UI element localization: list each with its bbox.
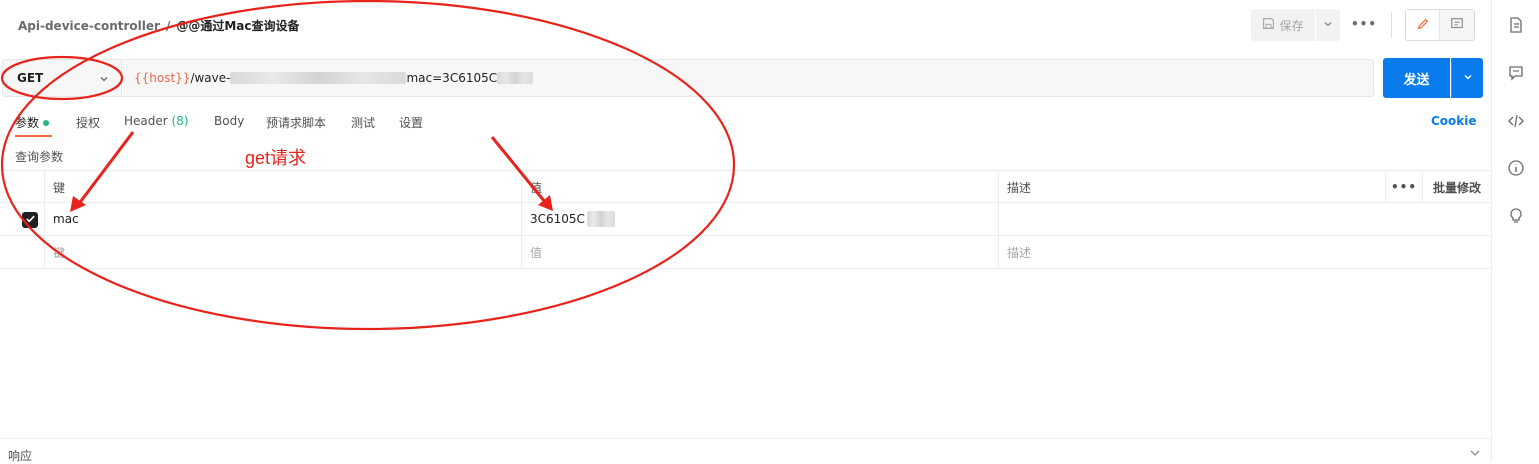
save-button[interactable]: 保存: [1251, 9, 1315, 41]
request-title[interactable]: @@通过Mac查询设备: [176, 19, 299, 33]
url-path-prefix: /wave-: [190, 71, 231, 85]
breadcrumb-collection[interactable]: Api-device-controller: [18, 19, 160, 33]
table-row: mac 3C6105C: [0, 203, 1491, 236]
column-header-key: 键: [44, 171, 521, 203]
tab-label: 设置: [399, 116, 424, 130]
new-description-input[interactable]: 描述: [998, 236, 1385, 268]
annotation-label: get请求: [245, 148, 307, 168]
active-dot-icon: [43, 119, 50, 126]
tab-label: 参数: [15, 116, 40, 130]
send-button[interactable]: 发送: [1383, 58, 1450, 98]
tab-label: 预请求脚本: [266, 116, 327, 130]
info-icon[interactable]: [1507, 159, 1525, 177]
param-value-value: 3C6105C: [530, 212, 585, 226]
tab-pre-request-script[interactable]: 预请求脚本: [266, 114, 326, 131]
chevron-down-icon[interactable]: [1469, 447, 1481, 461]
lightbulb-icon[interactable]: [1507, 207, 1525, 225]
param-description-input[interactable]: [998, 203, 1385, 235]
tab-params[interactable]: 参数: [15, 114, 50, 131]
column-options-button[interactable]: •••: [1385, 171, 1422, 203]
tab-label: Body: [214, 114, 245, 128]
save-options-button[interactable]: [1316, 9, 1340, 41]
breadcrumb-separator: /: [165, 19, 171, 33]
tab-label: Header: [124, 114, 168, 128]
doc-mode-button[interactable]: [1440, 10, 1474, 40]
annotation-ellipse-request: [1, 0, 735, 331]
checkmark-icon: [25, 213, 36, 227]
row-enabled-checkbox[interactable]: [22, 212, 38, 228]
code-icon[interactable]: [1507, 112, 1525, 130]
tab-header[interactable]: Header (8): [124, 114, 189, 128]
right-sidebar: [1491, 0, 1539, 461]
new-key-input[interactable]: 键: [44, 236, 521, 268]
tab-auth[interactable]: 授权: [76, 114, 100, 131]
method-label: GET: [17, 71, 44, 85]
url-query: mac=3C6105C: [406, 71, 498, 85]
pencil-icon: [1416, 17, 1430, 34]
save-label: 保存: [1279, 18, 1304, 33]
active-tab-indicator: [15, 135, 52, 137]
view-mode-toggle: [1405, 9, 1475, 41]
tab-body[interactable]: Body: [214, 114, 244, 128]
param-value-input[interactable]: 3C6105C: [521, 203, 998, 235]
cookie-link[interactable]: Cookie: [1431, 114, 1477, 128]
edit-mode-button[interactable]: [1406, 10, 1440, 40]
chevron-down-icon: [1323, 18, 1333, 32]
redacted-url-segment: [230, 72, 407, 84]
response-label: 响应: [8, 449, 33, 463]
param-key-value: mac: [53, 212, 79, 226]
header-divider: [1391, 12, 1392, 38]
column-header-description: 描述: [998, 171, 1385, 203]
param-key-input[interactable]: mac: [44, 203, 521, 235]
table-row-empty: 键 值 描述: [0, 236, 1491, 269]
request-editor: Api-device-controller / @@通过Mac查询设备 保存 •••…: [0, 0, 1491, 463]
chevron-down-icon: [99, 73, 109, 87]
comment-icon: [1450, 17, 1464, 34]
url-env-variable: {{host}}: [134, 71, 191, 85]
tab-settings[interactable]: 设置: [399, 114, 423, 131]
bulk-edit-button[interactable]: 批量修改: [1422, 171, 1491, 203]
tab-label: 授权: [76, 116, 101, 130]
tab-tests[interactable]: 测试: [351, 114, 375, 131]
tab-label: 测试: [351, 116, 376, 130]
comment-icon[interactable]: [1507, 64, 1525, 82]
url-input[interactable]: {{host}}/wave-mac=3C6105C: [123, 59, 1374, 97]
send-options-button[interactable]: [1451, 58, 1483, 98]
more-actions-button[interactable]: •••: [1351, 13, 1376, 35]
chevron-down-icon: [1463, 71, 1473, 85]
document-icon[interactable]: [1507, 16, 1525, 34]
new-value-input[interactable]: 值: [521, 236, 998, 268]
method-select[interactable]: GET: [2, 59, 122, 97]
response-panel-bar[interactable]: [0, 438, 1491, 461]
query-params-title: 查询参数: [15, 150, 64, 164]
save-icon: [1262, 17, 1275, 33]
header-count-badge: (8): [171, 114, 189, 128]
breadcrumb: Api-device-controller / @@通过Mac查询设备: [18, 17, 300, 34]
redacted-url-segment: [497, 72, 534, 84]
table-header-row: 键 值 描述 ••• 批量修改: [0, 170, 1491, 203]
column-header-value: 值: [521, 171, 998, 203]
redacted-value-segment: [586, 211, 615, 227]
